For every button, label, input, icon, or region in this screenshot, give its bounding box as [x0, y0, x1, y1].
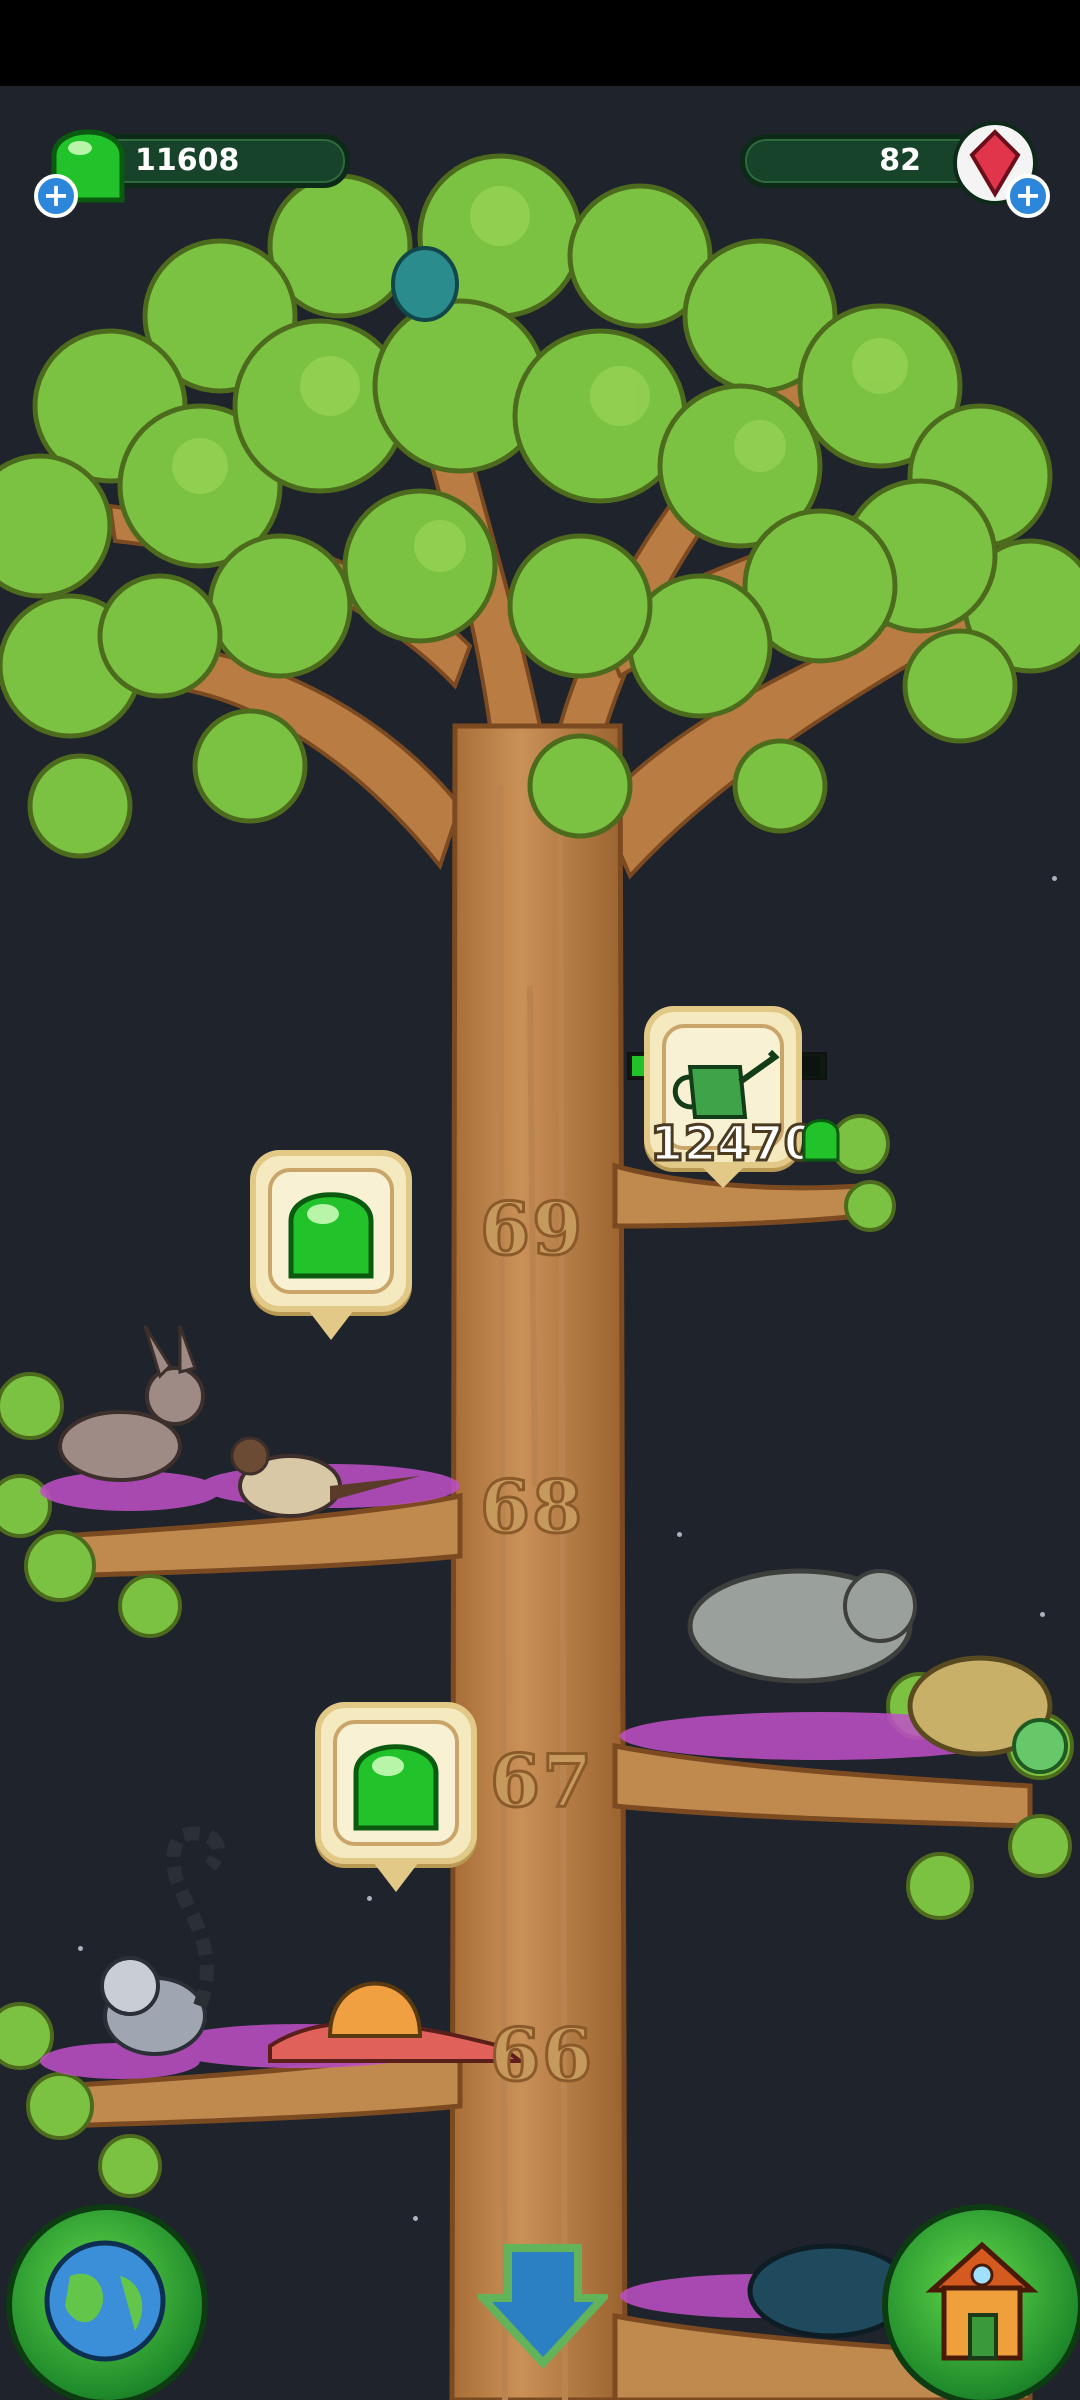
tree-level-number: 68	[478, 1463, 585, 1551]
tree-level-number: 66	[488, 2011, 595, 2099]
tree-level-number: 67	[488, 1737, 595, 1825]
crystals-value: 82	[879, 143, 921, 178]
add-crystals-button[interactable]: +	[1006, 174, 1050, 218]
home-button[interactable]	[882, 2204, 1080, 2400]
donkey-icon	[58, 1325, 205, 1482]
watering-can-icon	[672, 1049, 780, 1119]
globe-icon	[44, 2240, 166, 2362]
scroll-down-button[interactable]	[473, 2238, 613, 2369]
game-scene[interactable]: 69 68 67 66 12470 11608 + 82 +	[0, 86, 1080, 2400]
gems-counter: 11608	[90, 134, 350, 188]
down-arrow-icon	[473, 2244, 613, 2369]
task-cost-value: 12470	[649, 1115, 819, 1174]
rhino-icon	[687, 1568, 917, 1684]
green-gem-icon	[353, 1744, 439, 1831]
tree-level-number: 69	[478, 1185, 585, 1273]
gem-reward-bubble[interactable]	[315, 1702, 477, 1892]
gem-reward-bubble[interactable]	[250, 1150, 412, 1340]
green-gem-icon	[802, 1119, 840, 1162]
globe-button[interactable]	[6, 2204, 208, 2400]
lemur-icon	[100, 1826, 225, 2056]
gems-value: 11608	[135, 143, 240, 178]
house-icon	[925, 2241, 1039, 2361]
add-gems-button[interactable]: +	[34, 174, 78, 218]
status-bar	[0, 0, 1080, 86]
green-gem-icon	[288, 1192, 374, 1279]
crystals-counter: 82	[740, 134, 986, 188]
